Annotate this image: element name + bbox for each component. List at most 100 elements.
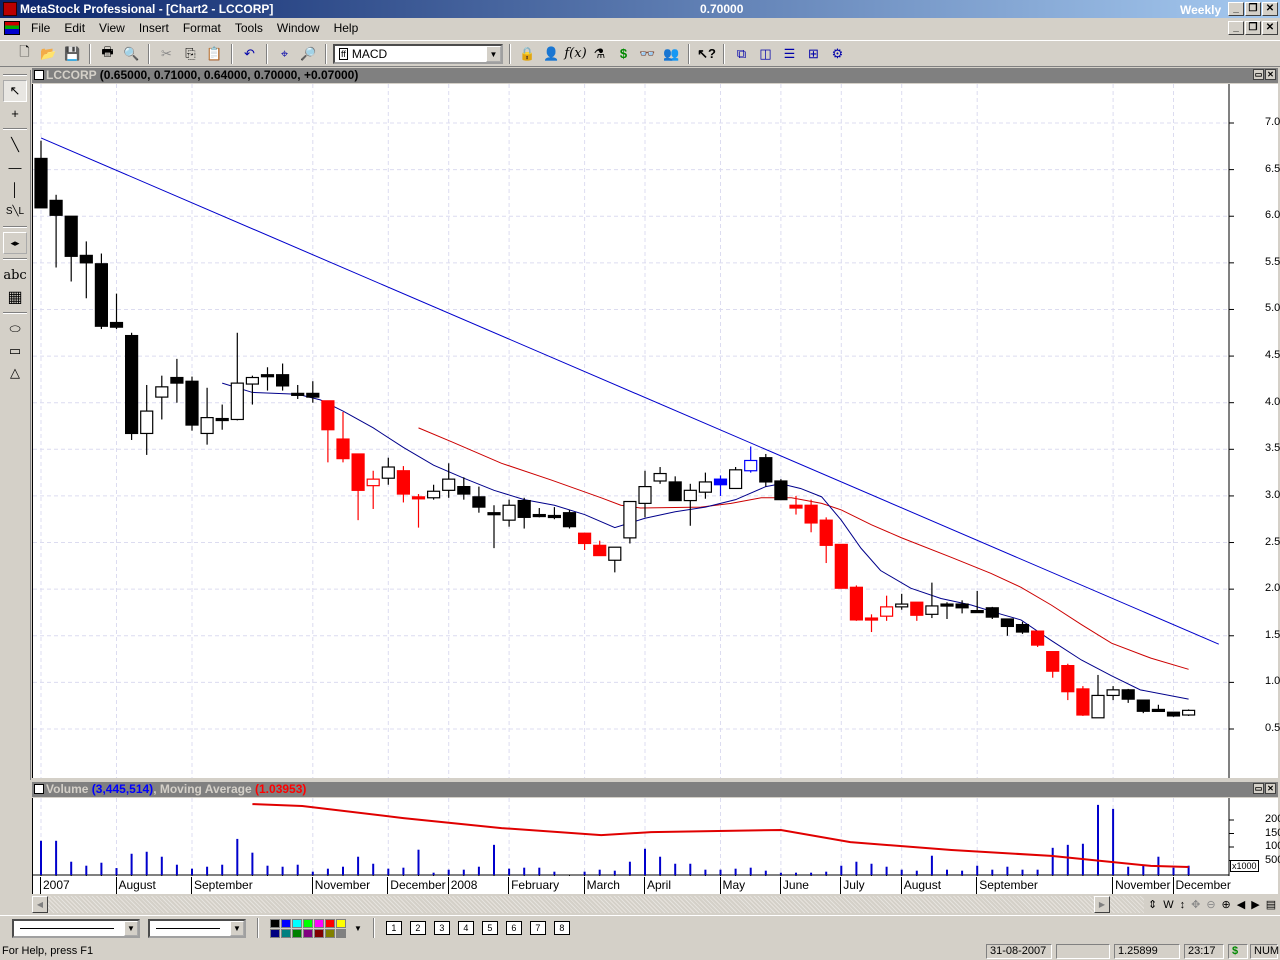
- zoom-icon[interactable]: 🔎: [298, 43, 319, 64]
- scroll-arrows-icon[interactable]: ◂▸: [3, 232, 27, 254]
- horizontal-scrollbar[interactable]: ◀ ▶ ⇕ W ↕ ✥ ⊖ ⊕ ◀ ▶ ▤: [32, 896, 1278, 913]
- formula-icon[interactable]: f(x): [564, 43, 586, 64]
- layout-2-icon[interactable]: 2: [409, 921, 426, 935]
- undo-icon[interactable]: ↶: [239, 43, 260, 64]
- pane-close-button[interactable]: ✕: [1265, 69, 1276, 80]
- candle-body: [109, 321, 124, 328]
- candle-body: [638, 485, 652, 504]
- menu-view[interactable]: View: [92, 21, 132, 35]
- text-tool-icon[interactable]: abc: [3, 264, 27, 286]
- crosshair-icon[interactable]: ⌖: [274, 43, 295, 64]
- help-pointer-icon[interactable]: ↖?: [696, 43, 717, 64]
- menu-format[interactable]: Format: [176, 21, 228, 35]
- menu-file[interactable]: File: [24, 21, 57, 35]
- page-icon[interactable]: ▤: [1266, 898, 1276, 911]
- layout-5-icon[interactable]: 5: [481, 921, 498, 935]
- volume-chart[interactable]: 5000100001500020000 x1000 2007 August Sept…: [32, 798, 1280, 894]
- explorer-icon[interactable]: 👤: [541, 43, 562, 64]
- minimize-button[interactable]: _: [1228, 2, 1244, 16]
- pane-maximize-button[interactable]: ▭: [1253, 69, 1264, 80]
- menu-insert[interactable]: Insert: [132, 21, 176, 35]
- candle-body: [260, 374, 275, 378]
- doc-minimize-button[interactable]: _: [1228, 21, 1244, 35]
- binoculars-icon[interactable]: 👓: [637, 43, 658, 64]
- layout-1-icon[interactable]: 1: [385, 921, 402, 935]
- triangle-tool-icon[interactable]: △: [3, 362, 27, 384]
- tile-vertical-icon[interactable]: ◫: [755, 43, 776, 64]
- candle-body: [185, 380, 199, 426]
- expert-advisor-icon[interactable]: 🔒: [517, 43, 538, 64]
- rectangle-tool-icon[interactable]: ▭: [3, 340, 27, 362]
- cut-icon[interactable]: ✂: [156, 43, 177, 64]
- doc-close-button[interactable]: ✕: [1262, 21, 1278, 35]
- layout-4-icon[interactable]: 4: [457, 921, 474, 935]
- scroll-forward-icon[interactable]: ▶: [1251, 898, 1259, 911]
- color-palette[interactable]: [270, 918, 346, 938]
- support-resistance-icon[interactable]: S╲L: [3, 200, 27, 222]
- copy-icon[interactable]: ⎘: [180, 43, 201, 64]
- pane-select-box[interactable]: [34, 70, 44, 80]
- doc-restore-button[interactable]: ❐: [1245, 21, 1261, 35]
- price-chart[interactable]: 0.5 1.0 1.5 2.0 2.5 3.0 3.5 4.0 4.5 5.0 5.5 6.0 6.5 7…: [32, 84, 1280, 778]
- chevron-down-icon[interactable]: ▼: [486, 45, 501, 62]
- restore-button[interactable]: ❐: [1245, 2, 1261, 16]
- document-icon[interactable]: [4, 21, 20, 35]
- menu-window[interactable]: Window: [270, 21, 327, 35]
- scroll-left-button[interactable]: ◀: [32, 896, 48, 913]
- system-tester-icon[interactable]: ⚗: [589, 43, 610, 64]
- tile-grid-icon[interactable]: ⊞: [803, 43, 824, 64]
- scroll-right-button[interactable]: ▶: [1094, 896, 1110, 913]
- menu-edit[interactable]: Edit: [57, 21, 92, 35]
- tile-horizontal-icon[interactable]: ☰: [779, 43, 800, 64]
- paste-icon[interactable]: 📋: [204, 43, 225, 64]
- status-date: 31-08-2007: [986, 944, 1052, 959]
- print-preview-icon[interactable]: 🔍: [121, 43, 142, 64]
- window-title: MetaStock Professional - [Chart2 - LCCOR…: [20, 2, 274, 16]
- menu-tools[interactable]: Tools: [228, 21, 270, 35]
- scroll-back-icon[interactable]: ◀: [1237, 898, 1245, 911]
- app-icon[interactable]: [3, 2, 17, 16]
- palette-dropdown-icon[interactable]: ▼: [354, 924, 362, 933]
- pane-close-button[interactable]: ✕: [1265, 783, 1276, 794]
- new-icon[interactable]: 🗋: [14, 43, 35, 64]
- line-weight-select[interactable]: ▼: [148, 918, 246, 938]
- zoom-out-icon[interactable]: ⊖: [1206, 898, 1215, 911]
- candle-body: [140, 410, 154, 435]
- print-icon[interactable]: 🖶: [97, 43, 118, 64]
- move-icon[interactable]: ✥: [1191, 898, 1200, 911]
- candle-body: [653, 472, 667, 482]
- ellipse-tool-icon[interactable]: ⬭: [3, 318, 27, 340]
- horizontal-line-icon[interactable]: —: [3, 156, 27, 178]
- close-button[interactable]: ✕: [1262, 2, 1278, 16]
- layout-8-icon[interactable]: 8: [553, 921, 570, 935]
- grid-tool-icon[interactable]: ▦: [3, 286, 27, 308]
- pane-select-box[interactable]: [34, 784, 44, 794]
- refresh-icon[interactable]: ⇕: [1148, 898, 1157, 911]
- save-icon[interactable]: 💾: [62, 43, 83, 64]
- pointer-icon[interactable]: ↖: [3, 80, 27, 102]
- layout-3-icon[interactable]: 3: [433, 921, 450, 935]
- candle-body: [427, 490, 441, 499]
- vertical-line-icon[interactable]: │: [3, 178, 27, 200]
- cascade-icon[interactable]: ⧉: [731, 43, 752, 64]
- users-icon[interactable]: 👥: [661, 43, 682, 64]
- pane-maximize-button[interactable]: ▭: [1253, 783, 1264, 794]
- menu-help[interactable]: Help: [327, 21, 366, 35]
- crosshair-tool-icon[interactable]: +: [3, 102, 27, 124]
- line-style-select[interactable]: ▼: [12, 918, 140, 938]
- candle-body: [668, 481, 682, 502]
- arrange-icon[interactable]: ⚙: [827, 43, 848, 64]
- price-tick-label: 1.5: [1265, 628, 1280, 641]
- layout-7-icon[interactable]: 7: [529, 921, 546, 935]
- chevron-down-icon[interactable]: ▼: [230, 920, 244, 936]
- trendline-tool-icon[interactable]: ╲: [3, 134, 27, 156]
- periodicity-w-icon[interactable]: W: [1163, 899, 1173, 911]
- zoom-in-icon[interactable]: ⊕: [1222, 898, 1231, 911]
- layout-6-icon[interactable]: 6: [505, 921, 522, 935]
- vertical-scale-icon[interactable]: ↕: [1180, 899, 1186, 911]
- open-folder-icon[interactable]: 📂: [38, 43, 59, 64]
- indicator-select[interactable]: ff MACD ▼: [333, 43, 503, 64]
- chevron-down-icon[interactable]: ▼: [124, 920, 138, 936]
- candle-body: [472, 496, 486, 508]
- dollar-icon[interactable]: $: [613, 43, 634, 64]
